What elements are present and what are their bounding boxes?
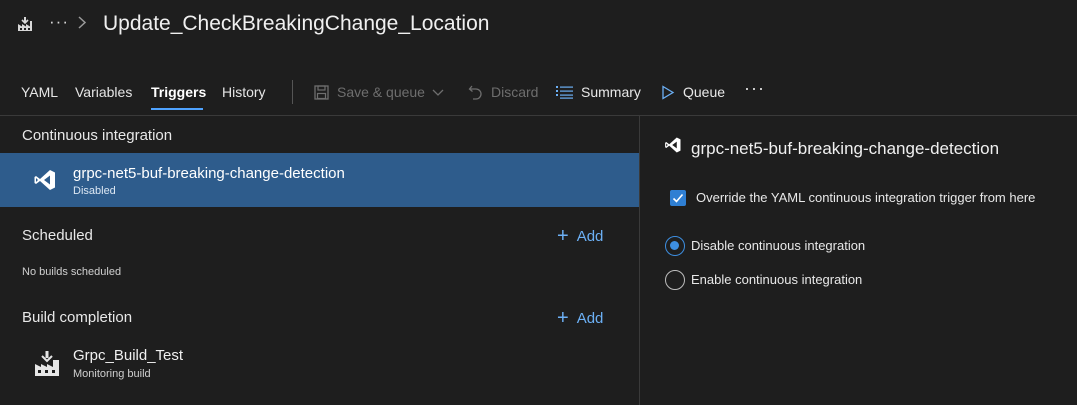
- add-schedule-label: Add: [576, 227, 604, 245]
- top-bar: ··· Update_CheckBreakingChange_Location: [0, 0, 1077, 52]
- queue-label: Queue: [683, 84, 726, 100]
- scheduled-section-title: Scheduled: [22, 227, 93, 244]
- discard-button[interactable]: Discard: [468, 80, 538, 104]
- summary-button[interactable]: Summary: [556, 80, 641, 104]
- add-build-completion-label: Add: [576, 309, 604, 327]
- add-schedule-button[interactable]: + Add: [557, 226, 603, 246]
- save-icon: [314, 84, 329, 100]
- undo-icon: [468, 85, 482, 100]
- tab-triggers[interactable]: Triggers: [151, 84, 206, 100]
- checkmark-icon: [672, 193, 684, 203]
- chevron-right-icon: [78, 16, 87, 29]
- summary-label: Summary: [581, 84, 641, 100]
- visual-studio-icon: [34, 170, 55, 190]
- discard-label: Discard: [491, 84, 539, 100]
- tab-history[interactable]: History: [222, 84, 266, 100]
- toolbar-divider: [292, 80, 293, 104]
- ci-pipeline-item[interactable]: grpc-net5-buf-breaking-change-detection …: [0, 153, 639, 207]
- queue-button[interactable]: Queue: [661, 80, 725, 104]
- override-yaml-label[interactable]: Override the YAML continuous integration…: [696, 190, 1035, 205]
- panel-separator: [639, 116, 640, 405]
- trigger-detail-title: grpc-net5-buf-breaking-change-detection: [691, 139, 1000, 158]
- page-title: Update_CheckBreakingChange_Location: [103, 12, 490, 35]
- play-icon: [662, 84, 675, 100]
- visual-studio-icon: [665, 137, 681, 153]
- tab-variables[interactable]: Variables: [75, 84, 132, 100]
- active-tab-indicator: [151, 108, 203, 110]
- chevron-down-icon: [432, 89, 444, 96]
- build-pipeline-icon: [35, 351, 59, 376]
- disable-ci-label[interactable]: Disable continuous integration: [691, 238, 865, 253]
- disable-ci-radio[interactable]: [665, 236, 685, 256]
- save-queue-button[interactable]: Save & queue: [314, 80, 445, 104]
- list-icon: [556, 86, 573, 99]
- enable-ci-radio[interactable]: [665, 270, 685, 290]
- toolbar-separator: [0, 115, 1077, 116]
- save-queue-label: Save & queue: [337, 84, 425, 100]
- build-completion-status: Monitoring build: [73, 368, 151, 380]
- build-completion-section-title: Build completion: [22, 309, 133, 326]
- toolbar: YAML Variables Triggers History Save & q…: [0, 72, 1077, 112]
- override-yaml-checkbox[interactable]: [670, 190, 686, 206]
- no-schedules-text: No builds scheduled: [22, 266, 122, 278]
- add-build-completion-button[interactable]: + Add: [557, 308, 603, 328]
- build-completion-name: Grpc_Build_Test: [73, 347, 184, 364]
- ci-pipeline-status: Disabled: [73, 185, 116, 197]
- breadcrumb-more-button[interactable]: ···: [49, 12, 69, 32]
- pipeline-factory-icon[interactable]: [17, 16, 33, 32]
- plus-icon: +: [557, 225, 569, 247]
- enable-ci-label[interactable]: Enable continuous integration: [691, 272, 862, 287]
- plus-icon: +: [557, 307, 569, 329]
- ci-pipeline-name: grpc-net5-buf-breaking-change-detection: [73, 165, 345, 182]
- tab-yaml[interactable]: YAML: [21, 84, 58, 100]
- more-actions-button[interactable]: ···: [744, 78, 765, 99]
- ci-section-title: Continuous integration: [22, 127, 173, 144]
